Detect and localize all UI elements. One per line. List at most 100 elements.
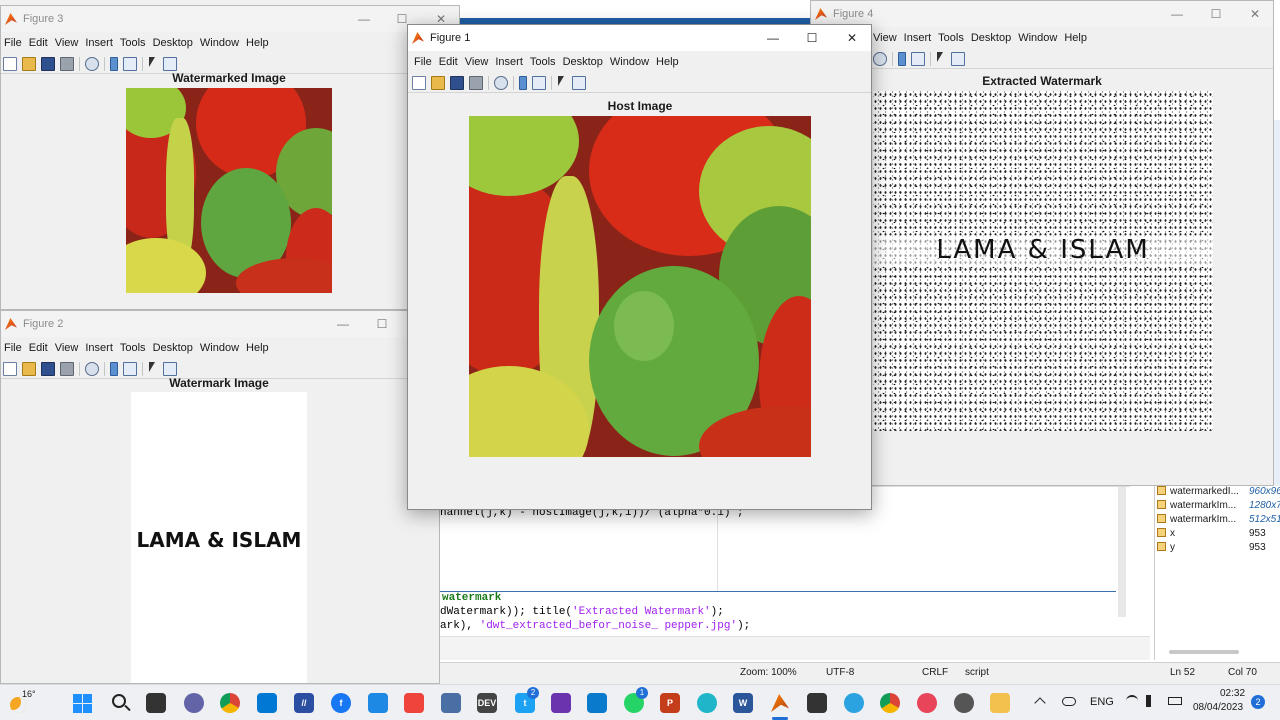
menu-insert[interactable]: Insert — [85, 342, 113, 354]
figure-2-titlebar[interactable]: Figure 2 — ☐ — [1, 311, 439, 337]
edit-plot-cursor-icon[interactable] — [148, 361, 158, 376]
telegram-icon[interactable] — [844, 693, 864, 713]
menu-edit[interactable]: Edit — [29, 342, 48, 354]
property-inspector-icon[interactable] — [951, 51, 965, 66]
menu-file[interactable]: File — [414, 56, 432, 68]
colorbar-icon[interactable] — [898, 51, 906, 66]
snipping-tool-icon[interactable] — [368, 693, 388, 713]
save-icon[interactable] — [450, 75, 464, 90]
minimize-icon[interactable]: — — [323, 311, 363, 337]
minimize-icon[interactable]: — — [753, 25, 793, 51]
menu-insert[interactable]: Insert — [85, 37, 113, 49]
figure-3-titlebar[interactable]: Figure 3 — ☐ ✕ — [1, 6, 459, 32]
menu-view[interactable]: View — [465, 56, 489, 68]
menu-help[interactable]: Help — [246, 342, 269, 354]
app-icon-red[interactable] — [917, 693, 937, 713]
word-icon[interactable]: W — [733, 693, 753, 713]
terminal-icon[interactable] — [807, 693, 827, 713]
save-icon[interactable] — [41, 56, 55, 71]
code-comment[interactable]: watermark — [442, 592, 501, 604]
menu-desktop[interactable]: Desktop — [563, 56, 603, 68]
workspace-row[interactable]: watermarkIm...512x512 — [1157, 514, 1280, 528]
edit-plot-cursor-icon[interactable] — [557, 75, 567, 90]
menu-window[interactable]: Window — [610, 56, 649, 68]
new-figure-icon[interactable] — [3, 361, 17, 376]
figure-3-window[interactable]: Figure 3 — ☐ ✕ File Edit View Insert Too… — [0, 5, 460, 310]
workspace-row[interactable]: y 953 — [1157, 542, 1277, 556]
menu-edit[interactable]: Edit — [439, 56, 458, 68]
canva-icon[interactable] — [697, 693, 717, 713]
battery-icon[interactable] — [1168, 697, 1182, 705]
legend-icon[interactable] — [911, 51, 925, 66]
code-line-2[interactable]: dWatermark)); title('Extracted Watermark… — [440, 606, 724, 618]
notification-badge[interactable]: 2 — [1251, 695, 1265, 709]
menu-tools[interactable]: Tools — [120, 342, 146, 354]
matlab-taskbar-icon[interactable] — [770, 693, 790, 713]
menu-tools[interactable]: Tools — [530, 56, 556, 68]
file-explorer-icon[interactable] — [990, 693, 1010, 713]
menu-tools[interactable]: Tools — [120, 37, 146, 49]
save-icon[interactable] — [41, 361, 55, 376]
menu-file[interactable]: File — [4, 342, 22, 354]
legend-icon[interactable] — [532, 75, 546, 90]
close-icon[interactable]: ✕ — [832, 25, 871, 51]
anydesk-icon[interactable] — [404, 693, 424, 713]
menu-view[interactable]: View — [55, 37, 79, 49]
menu-help[interactable]: Help — [246, 37, 269, 49]
property-inspector-icon[interactable] — [163, 56, 177, 71]
store-icon[interactable] — [257, 693, 277, 713]
menu-desktop[interactable]: Desktop — [153, 342, 193, 354]
maximize-icon[interactable]: ☐ — [1196, 1, 1236, 27]
math-app-icon[interactable]: // — [294, 693, 314, 713]
maximize-icon[interactable]: ☐ — [792, 25, 832, 51]
print-icon[interactable] — [60, 56, 74, 71]
minimize-icon[interactable]: — — [1157, 1, 1197, 27]
figure-4-titlebar[interactable]: Figure 4 — ☐ ✕ — [811, 1, 1273, 27]
colorbar-icon[interactable] — [110, 361, 118, 376]
menu-help[interactable]: Help — [656, 56, 679, 68]
close-icon[interactable]: ✕ — [1235, 1, 1273, 27]
new-figure-icon[interactable] — [3, 56, 17, 71]
workspace-row[interactable]: watermarkIm...1280x7... — [1157, 500, 1280, 514]
new-figure-icon[interactable] — [412, 75, 426, 90]
menu-tools[interactable]: Tools — [938, 32, 964, 44]
link-plot-icon[interactable] — [494, 75, 508, 90]
visual-studio-icon[interactable] — [551, 693, 571, 713]
chrome-icon[interactable] — [220, 693, 240, 713]
language-indicator[interactable]: ENG — [1090, 696, 1114, 708]
figure-1-titlebar[interactable]: Figure 1 — ☐ ✕ — [408, 25, 871, 51]
start-icon[interactable] — [73, 694, 92, 713]
chevron-up-icon[interactable] — [1034, 697, 1046, 709]
menu-view[interactable]: View — [873, 32, 897, 44]
clock-date[interactable]: 08/04/2023 — [1193, 702, 1243, 713]
workspace-row[interactable]: watermarkedI...960x960 — [1157, 486, 1280, 500]
figure-4-window[interactable]: Figure 4 — ☐ ✕ View Insert Tools Desktop… — [810, 0, 1274, 486]
menu-file[interactable]: File — [4, 37, 22, 49]
clock-time[interactable]: 02:32 — [1220, 688, 1245, 699]
open-file-icon[interactable] — [431, 75, 445, 90]
teams-chat-icon[interactable] — [184, 693, 204, 713]
link-plot-icon[interactable] — [85, 56, 99, 71]
menu-desktop[interactable]: Desktop — [971, 32, 1011, 44]
menu-view[interactable]: View — [55, 342, 79, 354]
menu-insert[interactable]: Insert — [495, 56, 523, 68]
workspace-row[interactable]: x 953 — [1157, 528, 1277, 542]
print-icon[interactable] — [469, 75, 483, 90]
vpn-shield-icon[interactable] — [441, 693, 461, 713]
menu-insert[interactable]: Insert — [904, 32, 932, 44]
vscode-icon[interactable] — [587, 693, 607, 713]
menu-desktop[interactable]: Desktop — [153, 37, 193, 49]
cloud-icon[interactable] — [1062, 697, 1076, 706]
maximize-icon[interactable]: ☐ — [362, 311, 402, 337]
property-inspector-icon[interactable] — [163, 361, 177, 376]
colorbar-icon[interactable] — [519, 75, 527, 90]
figure-2-window[interactable]: Figure 2 — ☐ File Edit View Insert Tools… — [0, 310, 440, 684]
chrome-profile-icon[interactable] — [880, 693, 900, 713]
menu-window[interactable]: Window — [200, 342, 239, 354]
code-line-3[interactable]: ark), 'dwt_extracted_befor_noise_ pepper… — [440, 620, 750, 632]
menu-edit[interactable]: Edit — [29, 37, 48, 49]
link-plot-icon[interactable] — [85, 361, 99, 376]
editor-scrollbar[interactable] — [1118, 487, 1126, 617]
open-file-icon[interactable] — [22, 361, 36, 376]
wifi-icon[interactable] — [1126, 695, 1138, 707]
